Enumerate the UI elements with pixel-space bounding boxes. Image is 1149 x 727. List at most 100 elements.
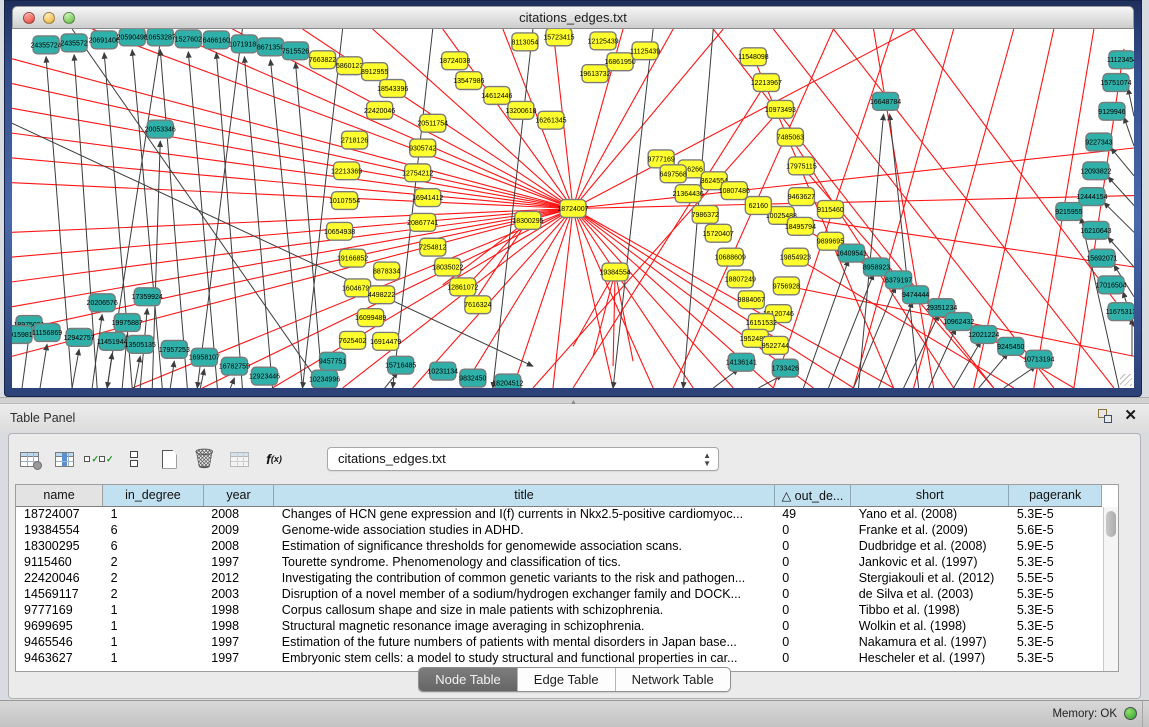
graph-node[interactable]: 7616324 xyxy=(464,296,491,314)
graph-node[interactable]: 24355724 xyxy=(30,36,61,54)
select-columns-icon[interactable] xyxy=(52,447,76,471)
graph-node[interactable]: 16782759 xyxy=(219,357,250,375)
graph-node[interactable]: 9756928 xyxy=(773,277,800,295)
graph-node[interactable]: 12093822 xyxy=(1080,162,1111,180)
graph-node[interactable]: 12021224 xyxy=(968,326,999,344)
graph-node[interactable]: 8671358 xyxy=(257,38,284,56)
graph-node[interactable]: 18724038 xyxy=(439,52,470,70)
graph-node[interactable]: 13505135 xyxy=(125,335,156,353)
graph-node[interactable]: 9522744 xyxy=(762,336,789,354)
panel-splitter[interactable]: ▲ xyxy=(0,397,1149,404)
graph-node[interactable]: 12861072 xyxy=(447,278,478,296)
table-row[interactable]: 1872400712008Changes of HCN gene express… xyxy=(16,506,1102,522)
graph-node[interactable]: 20206576 xyxy=(87,294,118,312)
graph-node[interactable]: 13200618 xyxy=(505,101,536,119)
graph-node[interactable]: 10231134 xyxy=(427,362,458,380)
graph-node[interactable]: 20053346 xyxy=(145,120,176,138)
graph-node[interactable]: 14612446 xyxy=(481,87,512,105)
graph-node[interactable]: 11123454 xyxy=(1107,51,1134,69)
table-row[interactable]: 1830029562008Estimation of significance … xyxy=(16,538,1102,554)
row-options-icon[interactable] xyxy=(122,447,146,471)
graph-node[interactable]: 16914479 xyxy=(370,332,401,350)
graph-node[interactable]: 9115460 xyxy=(817,201,844,219)
graph-node[interactable]: 11675313 xyxy=(1106,303,1134,321)
graph-node[interactable]: 10234996 xyxy=(309,370,340,388)
graph-node[interactable]: 7515526 xyxy=(282,42,309,60)
column-header-name[interactable]: name xyxy=(16,485,103,506)
graph-node[interactable]: 8113054 xyxy=(512,33,539,51)
graph-node[interactable]: 18724007 xyxy=(557,200,588,218)
graph-node[interactable]: 18807249 xyxy=(725,270,756,288)
graph-node[interactable]: 19975887 xyxy=(112,314,143,332)
check-columns-icon[interactable]: ✓✓ xyxy=(87,447,111,471)
table-row[interactable]: 911546021997Tourette syndrome. Phenomeno… xyxy=(16,554,1102,570)
table-row[interactable]: 969969511998Structural magnetic resonanc… xyxy=(16,618,1102,634)
graph-node[interactable]: 7663822 xyxy=(309,51,336,69)
graph-node[interactable]: 10654938 xyxy=(324,222,355,240)
graph-node[interactable]: 10973493 xyxy=(765,100,796,118)
graph-node[interactable]: 2435572 xyxy=(60,34,87,52)
graph-node[interactable]: 16210643 xyxy=(1080,221,1111,239)
network-canvas[interactable]: 18724007 18300295 19384554 243557242435572 2… xyxy=(12,29,1134,388)
tab-node-table[interactable]: Node Table xyxy=(419,668,518,691)
graph-node[interactable]: 20590498 xyxy=(117,29,148,46)
graph-node[interactable]: 20867741 xyxy=(407,213,438,231)
column-header-short[interactable]: short xyxy=(851,485,1009,506)
graph-node[interactable]: 11548098 xyxy=(738,48,769,66)
graph-node[interactable]: 62160 xyxy=(745,197,771,215)
graph-node[interactable]: 16861950 xyxy=(604,53,635,71)
graph-node[interactable]: 18300295 xyxy=(512,211,543,229)
graph-node[interactable]: 10713194 xyxy=(1023,350,1054,368)
graph-node[interactable]: 17016504 xyxy=(1095,276,1126,294)
graph-node[interactable]: 19613732 xyxy=(579,65,610,83)
scrollbar-thumb[interactable] xyxy=(1106,511,1116,537)
graph-node[interactable]: 21364436 xyxy=(673,185,704,203)
graph-node[interactable]: 9215955 xyxy=(1055,203,1082,221)
graph-node[interactable]: 9884067 xyxy=(738,291,765,309)
graph-node[interactable]: 12213369 xyxy=(331,162,362,180)
graph-node[interactable]: 10107554 xyxy=(329,192,360,210)
table-row[interactable]: 946554611997Estimation of the future num… xyxy=(16,634,1102,650)
table-settings-icon[interactable] xyxy=(17,447,41,471)
graph-node[interactable]: 15720407 xyxy=(703,224,734,242)
graph-node[interactable]: 4498222 xyxy=(368,286,395,304)
new-table-icon[interactable] xyxy=(157,447,181,471)
table-vertical-scrollbar[interactable] xyxy=(1103,507,1118,671)
graph-node[interactable]: 9305742 xyxy=(409,139,436,157)
table-row[interactable]: 1938455462009Genome-wide association stu… xyxy=(16,522,1102,538)
graph-node[interactable]: 17975115 xyxy=(786,157,817,175)
graph-node[interactable]: 9457751 xyxy=(319,352,346,370)
column-header-in_degree[interactable]: in_degree xyxy=(103,485,204,506)
table-row[interactable]: 1456911722003Disruption of a novel membe… xyxy=(16,586,1102,602)
graph-node[interactable]: 19166852 xyxy=(337,249,368,267)
graph-node[interactable]: 11125439 xyxy=(630,42,660,60)
graph-node[interactable]: 9245450 xyxy=(997,337,1024,355)
resize-grip-icon[interactable] xyxy=(1120,374,1132,386)
graph-node[interactable]: 10962432 xyxy=(943,313,974,331)
graph-node[interactable]: 7986372 xyxy=(692,206,719,224)
delete-table-icon[interactable]: 🗑 xyxy=(192,447,216,471)
graph-node[interactable]: 8878334 xyxy=(373,262,400,280)
graph-node[interactable]: 18495794 xyxy=(785,217,816,235)
graph-node[interactable]: 19854923 xyxy=(780,248,811,266)
graph-node[interactable]: 18543396 xyxy=(377,80,408,98)
table-row[interactable]: 946362711997Embryonic stem cells: a mode… xyxy=(16,650,1102,666)
float-panel-icon[interactable] xyxy=(1098,409,1112,423)
column-header-year[interactable]: year xyxy=(203,485,273,506)
graph-node[interactable]: 19384554 xyxy=(599,263,630,281)
graph-node[interactable]: 16958107 xyxy=(189,348,220,366)
graph-node[interactable]: 10807486 xyxy=(719,182,750,200)
network-window-titlebar[interactable]: citations_edges.txt xyxy=(12,6,1134,29)
graph-node[interactable]: 10719185 xyxy=(229,35,260,53)
graph-node[interactable]: 2718126 xyxy=(341,131,368,149)
graph-node[interactable]: 16099489 xyxy=(355,309,386,327)
graph-node[interactable]: 15716485 xyxy=(385,356,416,374)
function-builder-icon[interactable]: f(x) xyxy=(262,447,286,471)
tab-edge-table[interactable]: Edge Table xyxy=(518,668,616,691)
table-row[interactable]: 977716911998Corpus callosum shape and si… xyxy=(16,602,1102,618)
graph-node[interactable]: 7485063 xyxy=(777,128,804,146)
graph-node[interactable]: 16261345 xyxy=(535,111,566,129)
graph-node[interactable]: 17957253 xyxy=(159,340,190,358)
graph-node[interactable]: 17359924 xyxy=(132,288,163,306)
graph-node[interactable]: 1527602 xyxy=(175,30,202,48)
